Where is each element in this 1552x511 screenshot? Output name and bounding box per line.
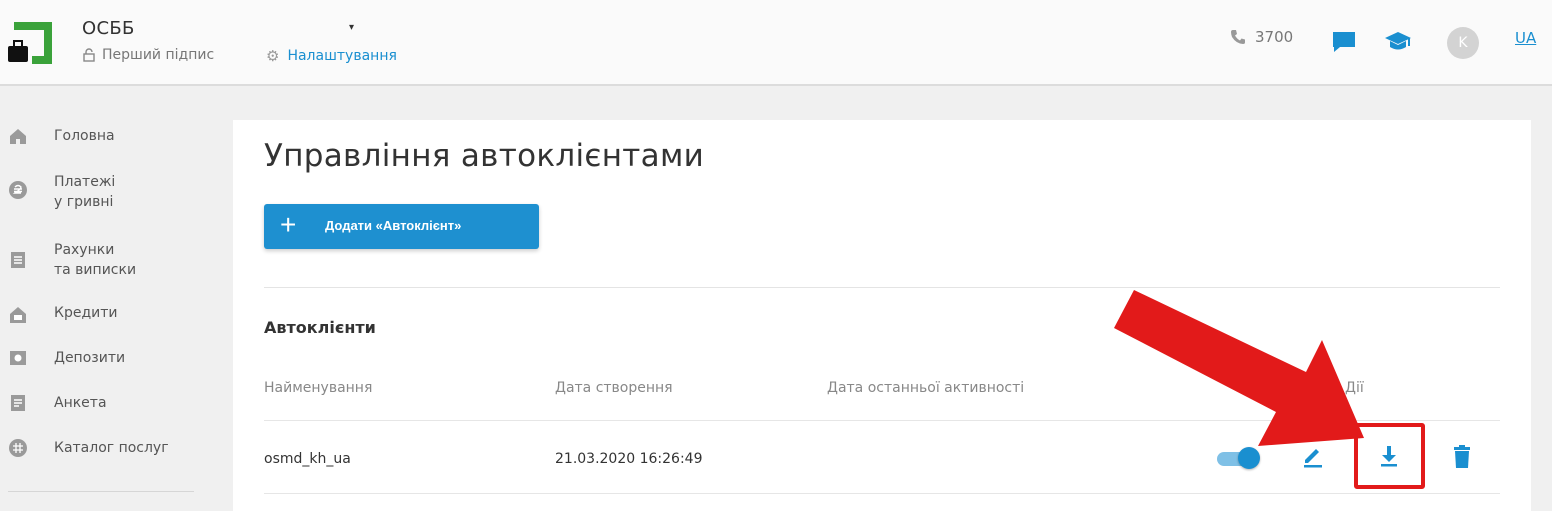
sidebar-item-label: Головна <box>54 128 115 144</box>
phone-number: 3700 <box>1255 28 1294 46</box>
organization-name[interactable]: ОСББ <box>82 18 135 39</box>
sidebar-item-label: Каталог послуг <box>54 440 169 456</box>
graduation-cap-icon[interactable] <box>1384 28 1412 56</box>
sidebar-item-label: Кредити <box>54 305 118 321</box>
red-arrow-annotation <box>1114 290 1364 446</box>
sidebar: Головна Платежі у гривні Рахунки та випи… <box>0 88 215 511</box>
trash-icon[interactable] <box>1452 444 1472 470</box>
column-header-name: Найменування <box>264 380 373 396</box>
gear-icon: ⚙ <box>266 47 280 65</box>
sidebar-item-sublabel: та виписки <box>54 262 137 278</box>
column-header-created: Дата створення <box>555 380 673 396</box>
lock-icon <box>83 48 95 62</box>
table-row-divider <box>264 493 1500 494</box>
settings-link[interactable]: ⚙ Налаштування <box>266 47 397 65</box>
sidebar-item-label: Депозити <box>54 350 126 366</box>
briefcase-logo-icon[interactable] <box>6 20 54 66</box>
statement-icon <box>11 252 25 268</box>
row-name: osmd_kh_ua <box>264 451 351 467</box>
sidebar-divider <box>8 491 194 492</box>
home-icon <box>10 129 26 144</box>
add-autoclient-label: Додати «Автоклієнт» <box>325 218 462 233</box>
plus-icon: + <box>280 209 297 240</box>
phone-contact[interactable]: 3700 <box>1229 28 1293 46</box>
hryvnia-icon <box>9 181 27 199</box>
form-icon <box>11 395 25 411</box>
section-divider <box>264 287 1500 288</box>
sidebar-item-label: Платежі <box>54 174 116 190</box>
top-header: ОСББ ▾ Перший підпис ⚙ Налаштування 3700… <box>0 0 1552 86</box>
page-title: Управління автоклієнтами <box>264 138 705 174</box>
signer-role: Перший підпис <box>82 47 214 63</box>
credit-house-icon <box>10 307 26 323</box>
language-switcher[interactable]: UA <box>1515 29 1536 47</box>
sidebar-item-label: Рахунки <box>54 242 115 258</box>
deposit-icon <box>10 351 26 365</box>
signer-label: Перший підпис <box>102 47 215 63</box>
column-header-last-activity: Дата останньої активності <box>827 380 1025 396</box>
sidebar-item-sublabel: у гривні <box>54 194 114 210</box>
chat-icon[interactable] <box>1330 28 1358 56</box>
section-title: Автоклієнти <box>264 318 376 337</box>
phone-icon <box>1231 30 1245 44</box>
avatar[interactable]: K <box>1447 27 1479 59</box>
row-created: 21.03.2020 16:26:49 <box>555 451 703 467</box>
org-dropdown-caret-icon[interactable]: ▾ <box>349 22 354 33</box>
sidebar-item-label: Анкета <box>54 395 107 411</box>
add-autoclient-button[interactable]: + Додати «Автоклієнт» <box>264 204 539 249</box>
settings-label: Налаштування <box>287 48 397 64</box>
catalog-icon <box>9 439 27 457</box>
